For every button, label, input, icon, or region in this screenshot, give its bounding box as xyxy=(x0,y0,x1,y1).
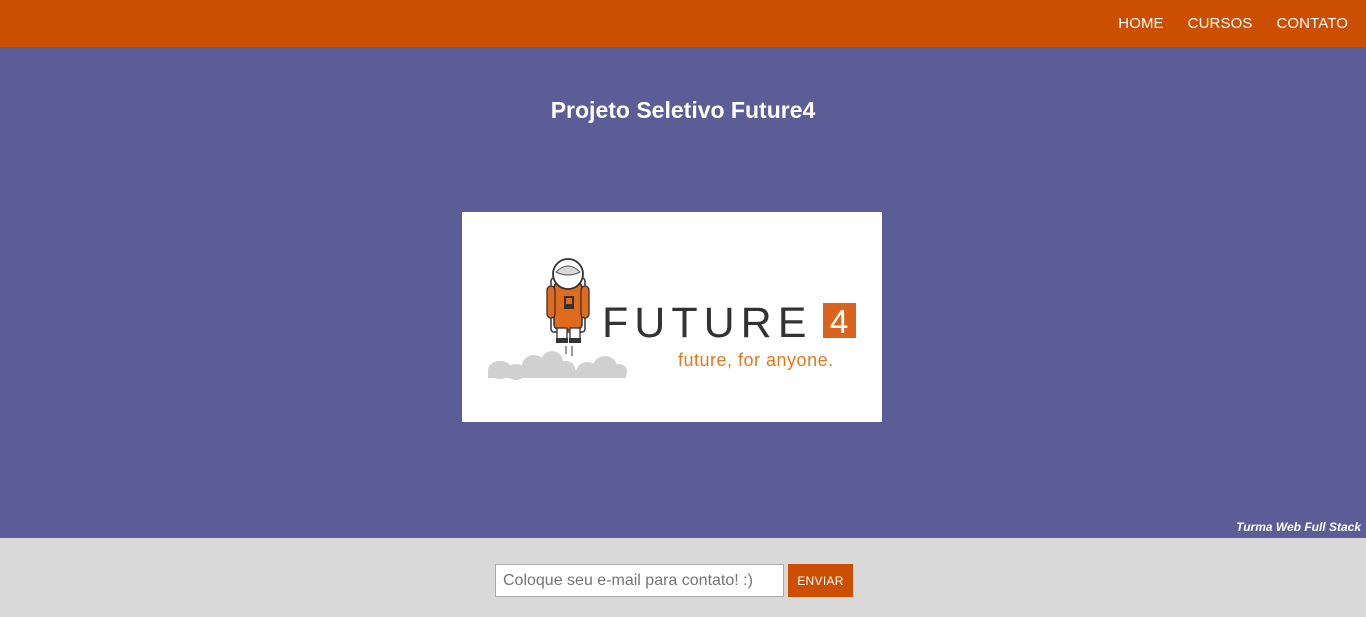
top-navbar: HOME CURSOS CONTATO xyxy=(0,0,1366,47)
contact-form: ENVIAR xyxy=(495,564,853,597)
nav-link-contato[interactable]: CONTATO xyxy=(1276,15,1348,32)
nav-link-cursos[interactable]: CURSOS xyxy=(1188,15,1253,32)
page-title: Projeto Seletivo Future4 xyxy=(550,97,816,123)
astronaut-icon xyxy=(546,258,590,356)
future4-logo-graphic: FUTURE 4 future, for anyone. xyxy=(488,258,856,380)
nav-link-home[interactable]: HOME xyxy=(1118,15,1163,32)
send-button[interactable]: ENVIAR xyxy=(788,564,853,597)
logo-wordmark: FUTURE xyxy=(602,299,812,347)
logo-tagline: future, for anyone. xyxy=(678,350,834,370)
hero-section: Projeto Seletivo Future4 FUTURE 4 future… xyxy=(0,47,1366,538)
class-credit: Turma Web Full Stack xyxy=(1236,520,1361,534)
contact-footer: ENVIAR xyxy=(0,538,1366,617)
logo-digit: 4 xyxy=(830,303,848,340)
future4-logo: FUTURE 4 future, for anyone. xyxy=(462,212,882,422)
email-input[interactable] xyxy=(495,564,784,597)
cloud-icon xyxy=(488,351,627,380)
main-nav: HOME CURSOS CONTATO xyxy=(1118,0,1348,47)
